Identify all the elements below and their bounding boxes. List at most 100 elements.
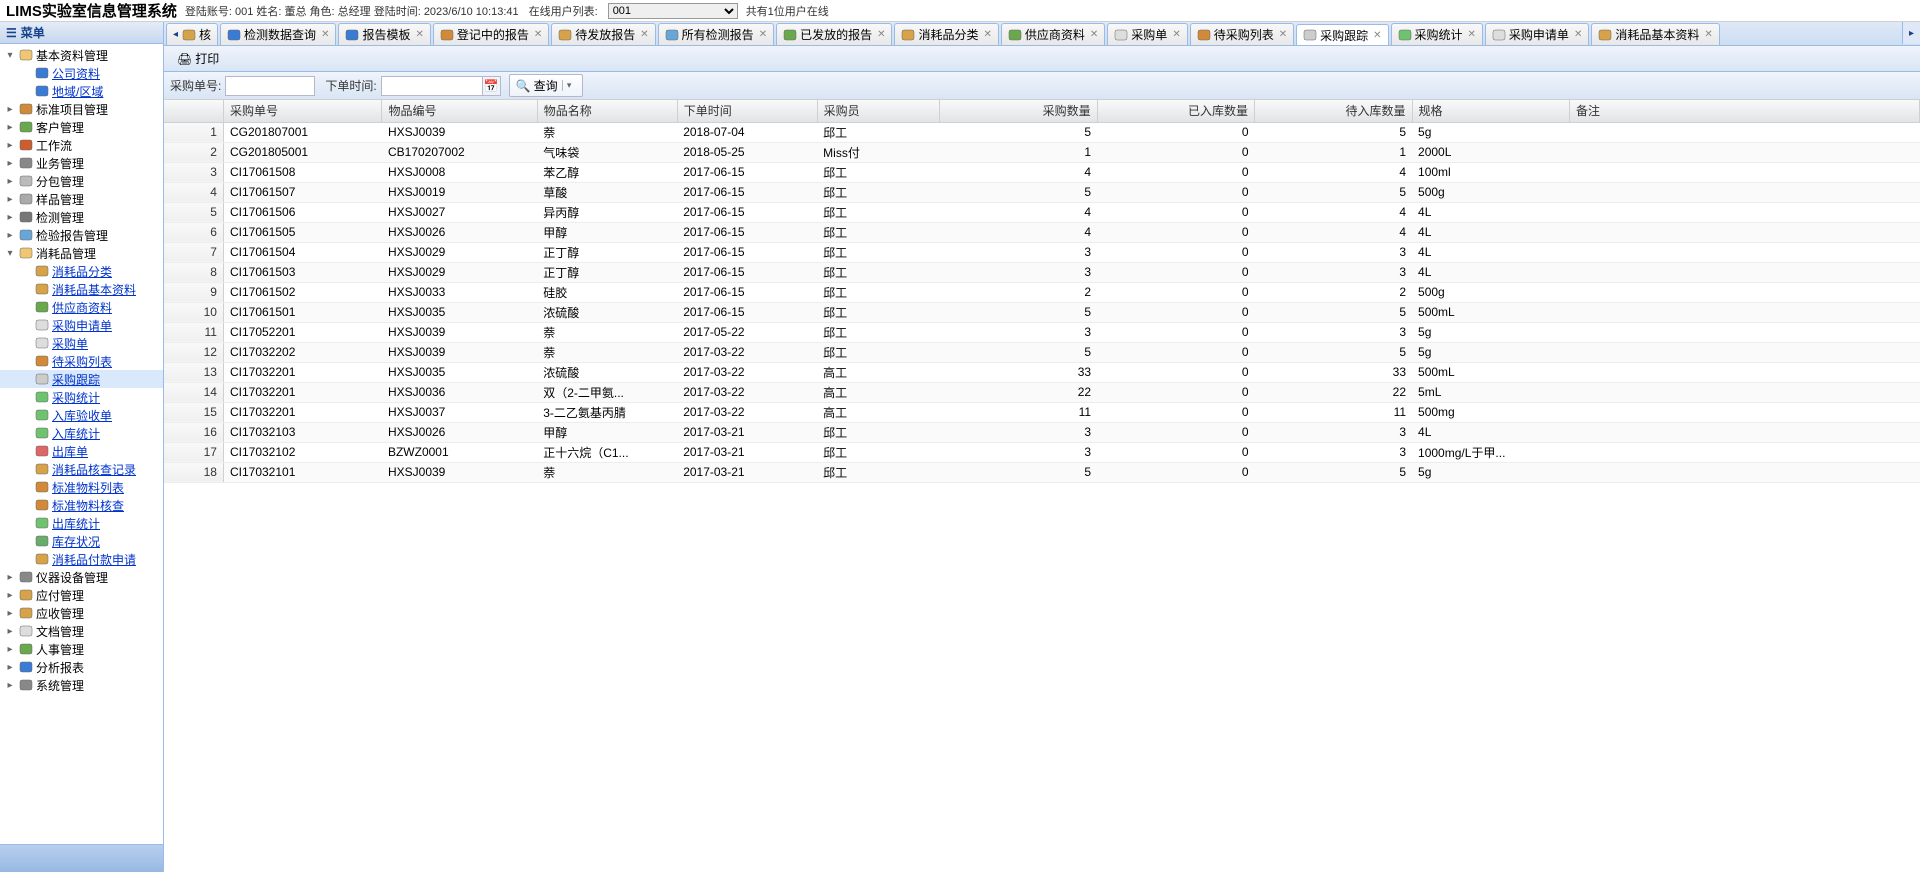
toggle-icon[interactable]	[20, 481, 32, 493]
toggle-icon[interactable]: ▸	[4, 193, 16, 205]
table-row[interactable]: 10CI17061501HXSJ0035浓硫酸2017-06-15邱工50550…	[164, 302, 1920, 322]
close-icon[interactable]: ✕	[759, 29, 767, 40]
nav-item-34[interactable]: ▸分析报表	[0, 658, 163, 676]
search-button[interactable]: 🔍 查询 ▾	[509, 74, 583, 97]
close-icon[interactable]: ✕	[877, 29, 885, 40]
print-button[interactable]: 🖨 打印	[170, 47, 226, 70]
col-header-4[interactable]: 下单时间	[677, 100, 817, 122]
nav-item-32[interactable]: ▸文档管理	[0, 622, 163, 640]
toggle-icon[interactable]	[20, 391, 32, 403]
nav-item-4[interactable]: ▸客户管理	[0, 118, 163, 136]
close-icon[interactable]: ✕	[415, 29, 423, 40]
tab-7[interactable]: 消耗品分类✕	[894, 23, 998, 45]
close-icon[interactable]: ✕	[1574, 29, 1582, 40]
nav-item-12[interactable]: 消耗品分类	[0, 262, 163, 280]
toggle-icon[interactable]: ▸	[4, 643, 16, 655]
table-row[interactable]: 4CI17061507HXSJ0019草酸2017-06-15邱工505500g	[164, 182, 1920, 202]
col-header-9[interactable]: 规格	[1412, 100, 1569, 122]
nav-item-9[interactable]: ▸检测管理	[0, 208, 163, 226]
close-icon[interactable]: ✕	[1704, 29, 1712, 40]
close-icon[interactable]: ✕	[534, 29, 542, 40]
tab-scroll-left-icon[interactable]: ◂	[173, 29, 178, 40]
nav-item-19[interactable]: 采购统计	[0, 388, 163, 406]
nav-item-16[interactable]: 采购单	[0, 334, 163, 352]
close-icon[interactable]: ✕	[1090, 29, 1098, 40]
nav-item-25[interactable]: 标准物料核查	[0, 496, 163, 514]
table-row[interactable]: 1CG201807001HXSJ0039萘2018-07-04邱工5055g	[164, 122, 1920, 142]
table-row[interactable]: 11CI17052201HXSJ0039萘2017-05-22邱工3035g	[164, 322, 1920, 342]
close-icon[interactable]: ✕	[1279, 29, 1287, 40]
toggle-icon[interactable]	[20, 409, 32, 421]
nav-item-14[interactable]: 供应商资料	[0, 298, 163, 316]
nav-item-21[interactable]: 入库统计	[0, 424, 163, 442]
nav-item-15[interactable]: 采购申请单	[0, 316, 163, 334]
nav-item-31[interactable]: ▸应收管理	[0, 604, 163, 622]
toggle-icon[interactable]	[20, 427, 32, 439]
nav-item-26[interactable]: 出库统计	[0, 514, 163, 532]
col-header-0[interactable]	[164, 100, 223, 122]
toggle-icon[interactable]: ▸	[4, 589, 16, 601]
close-icon[interactable]: ✕	[321, 29, 329, 40]
toggle-icon[interactable]	[20, 85, 32, 97]
calendar-icon[interactable]: 📅	[482, 77, 500, 95]
toggle-icon[interactable]	[20, 445, 32, 457]
nav-item-22[interactable]: 出库单	[0, 442, 163, 460]
table-row[interactable]: 2CG201805001CB170207002气味袋2018-05-25Miss…	[164, 142, 1920, 162]
toggle-icon[interactable]: ▸	[4, 571, 16, 583]
table-row[interactable]: 15CI17032201HXSJ00373-二乙氨基丙腈2017-03-22高工…	[164, 402, 1920, 422]
tab-3[interactable]: 登记中的报告✕	[433, 23, 549, 45]
tab-12[interactable]: 采购统计✕	[1391, 23, 1483, 45]
toggle-icon[interactable]: ▸	[4, 157, 16, 169]
toggle-icon[interactable]: ▸	[4, 229, 16, 241]
nav-item-20[interactable]: 入库验收单	[0, 406, 163, 424]
close-icon[interactable]: ✕	[984, 29, 992, 40]
tab-scroll-right[interactable]: ▸	[1902, 22, 1920, 44]
order-no-input[interactable]	[225, 76, 315, 96]
toggle-icon[interactable]	[20, 301, 32, 313]
nav-item-2[interactable]: 地域/区域	[0, 82, 163, 100]
tab-14[interactable]: 消耗品基本资料✕	[1591, 23, 1719, 45]
table-row[interactable]: 18CI17032101HXSJ0039萘2017-03-21邱工5055g	[164, 462, 1920, 482]
toggle-icon[interactable]	[20, 319, 32, 331]
toggle-icon[interactable]	[20, 265, 32, 277]
tab-4[interactable]: 待发放报告✕	[551, 23, 655, 45]
toggle-icon[interactable]	[20, 283, 32, 295]
nav-item-13[interactable]: 消耗品基本资料	[0, 280, 163, 298]
table-row[interactable]: 9CI17061502HXSJ0033硅胶2017-06-15邱工202500g	[164, 282, 1920, 302]
nav-item-33[interactable]: ▸人事管理	[0, 640, 163, 658]
table-row[interactable]: 14CI17032201HXSJ0036双（2-二甲氨...2017-03-22…	[164, 382, 1920, 402]
tab-9[interactable]: 采购单✕	[1107, 23, 1187, 45]
nav-item-11[interactable]: ▾消耗品管理	[0, 244, 163, 262]
search-dropdown-icon[interactable]: ▾	[562, 80, 576, 91]
col-header-7[interactable]: 已入库数量	[1097, 100, 1254, 122]
nav-item-5[interactable]: ▸工作流	[0, 136, 163, 154]
table-row[interactable]: 17CI17032102BZWZ0001正十六烷（C1...2017-03-21…	[164, 442, 1920, 462]
close-icon[interactable]: ✕	[1468, 29, 1476, 40]
close-icon[interactable]: ✕	[1172, 29, 1180, 40]
toggle-icon[interactable]	[20, 337, 32, 349]
close-icon[interactable]: ✕	[1373, 30, 1381, 41]
nav-item-3[interactable]: ▸标准项目管理	[0, 100, 163, 118]
col-header-3[interactable]: 物品名称	[537, 100, 677, 122]
toggle-icon[interactable]: ▸	[4, 661, 16, 673]
nav-item-7[interactable]: ▸分包管理	[0, 172, 163, 190]
col-header-10[interactable]: 备注	[1570, 100, 1920, 122]
col-header-5[interactable]: 采购员	[817, 100, 939, 122]
tab-8[interactable]: 供应商资料✕	[1001, 23, 1105, 45]
nav-item-30[interactable]: ▸应付管理	[0, 586, 163, 604]
toggle-icon[interactable]	[20, 517, 32, 529]
toggle-icon[interactable]	[20, 553, 32, 565]
nav-item-10[interactable]: ▸检验报告管理	[0, 226, 163, 244]
tab-0[interactable]: ◂核	[166, 23, 218, 45]
toggle-icon[interactable]: ▸	[4, 607, 16, 619]
online-users-select[interactable]: 001	[608, 3, 738, 19]
toggle-icon[interactable]: ▸	[4, 121, 16, 133]
table-row[interactable]: 16CI17032103HXSJ0026甲醇2017-03-21邱工3034L	[164, 422, 1920, 442]
order-date-input[interactable]	[382, 77, 472, 95]
toggle-icon[interactable]	[20, 373, 32, 385]
tab-5[interactable]: 所有检测报告✕	[658, 23, 774, 45]
table-row[interactable]: 5CI17061506HXSJ0027异丙醇2017-06-15邱工4044L	[164, 202, 1920, 222]
col-header-1[interactable]: 采购单号	[223, 100, 381, 122]
nav-item-29[interactable]: ▸仪器设备管理	[0, 568, 163, 586]
toggle-icon[interactable]	[20, 535, 32, 547]
